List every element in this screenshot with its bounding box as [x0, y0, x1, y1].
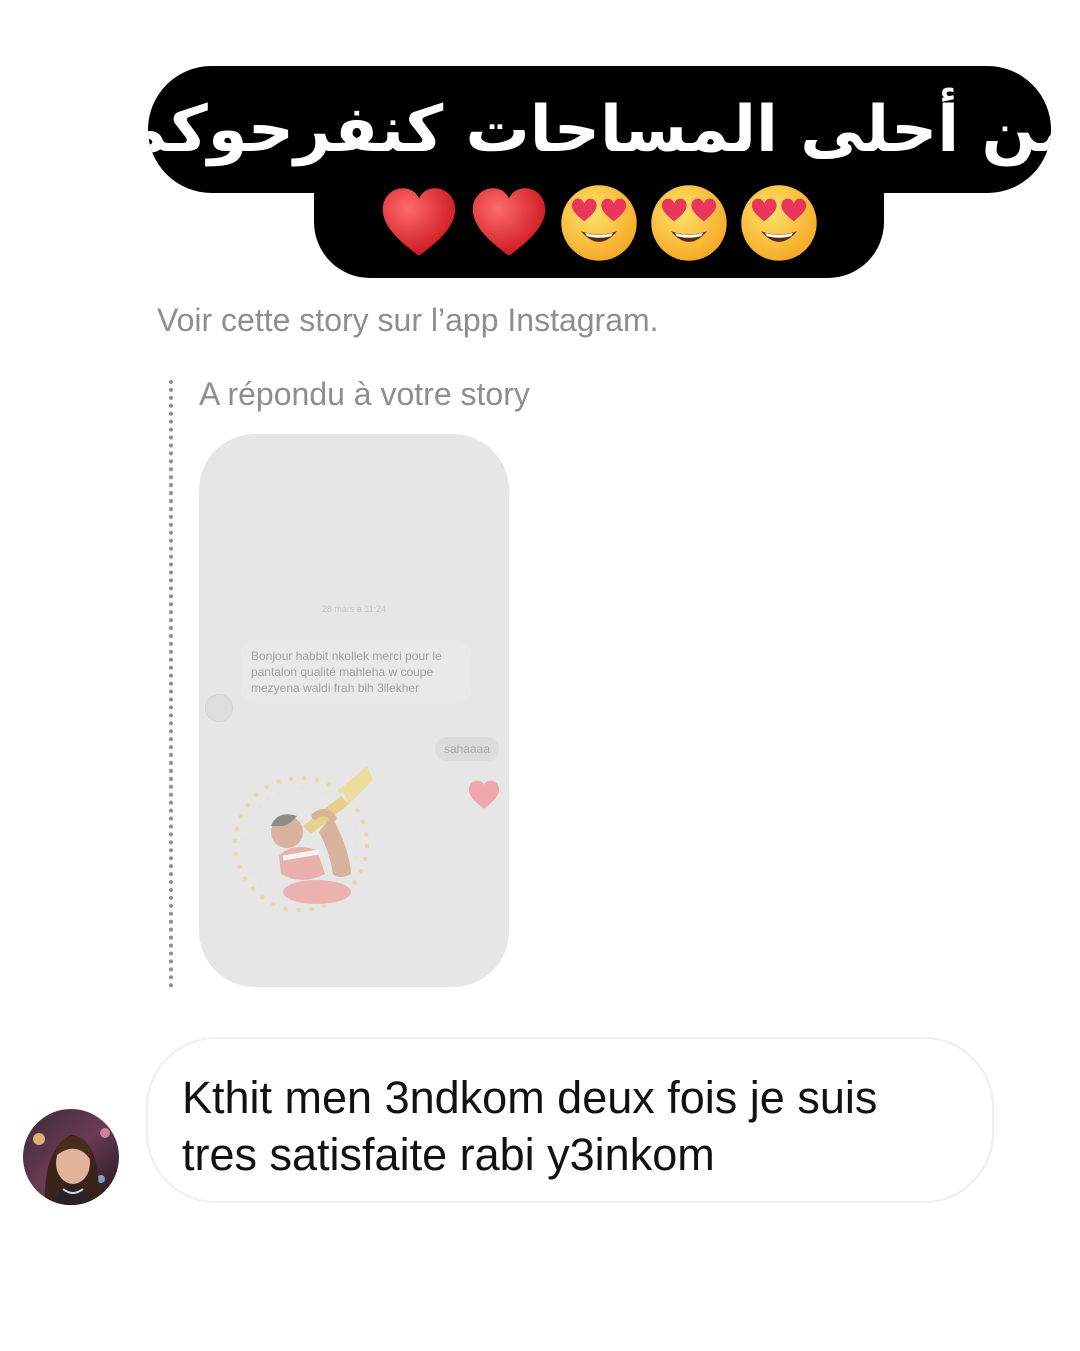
story-preview-card[interactable]: 28 mars à 11:24 Bonjour habbit nkollek m… — [199, 434, 509, 987]
story-date: 28 mars à 11:24 — [321, 604, 387, 614]
heart-eyes-face-icon — [648, 182, 730, 264]
story-avatar — [205, 694, 233, 722]
story-reply-bubble: sahaaaa — [434, 737, 499, 761]
reply-label: A répondu à votre story — [199, 376, 530, 412]
reply-thread-line — [169, 380, 173, 988]
red-heart-icon — [468, 182, 550, 264]
heart-eyes-face-icon — [558, 182, 640, 264]
story-message: Bonjour habbit nkollek merci pour le pan… — [241, 640, 471, 704]
trumpet-player-illustration — [221, 746, 391, 916]
caption-text: من أحلى المساحات كنفرحوكم — [148, 92, 1051, 167]
message-bubble: Kthit men 3ndkom deux fois je suis tres … — [146, 1037, 994, 1203]
caption-emoji-row — [314, 168, 884, 278]
heart-eyes-face-icon — [738, 182, 820, 264]
heart-reaction-icon — [467, 778, 501, 812]
red-heart-icon — [378, 182, 460, 264]
message-text: Kthit men 3ndkom deux fois je suis tres … — [182, 1072, 878, 1180]
view-story-link[interactable]: Voir cette story sur l’app Instagram. — [157, 302, 659, 339]
sender-avatar[interactable] — [23, 1109, 119, 1205]
